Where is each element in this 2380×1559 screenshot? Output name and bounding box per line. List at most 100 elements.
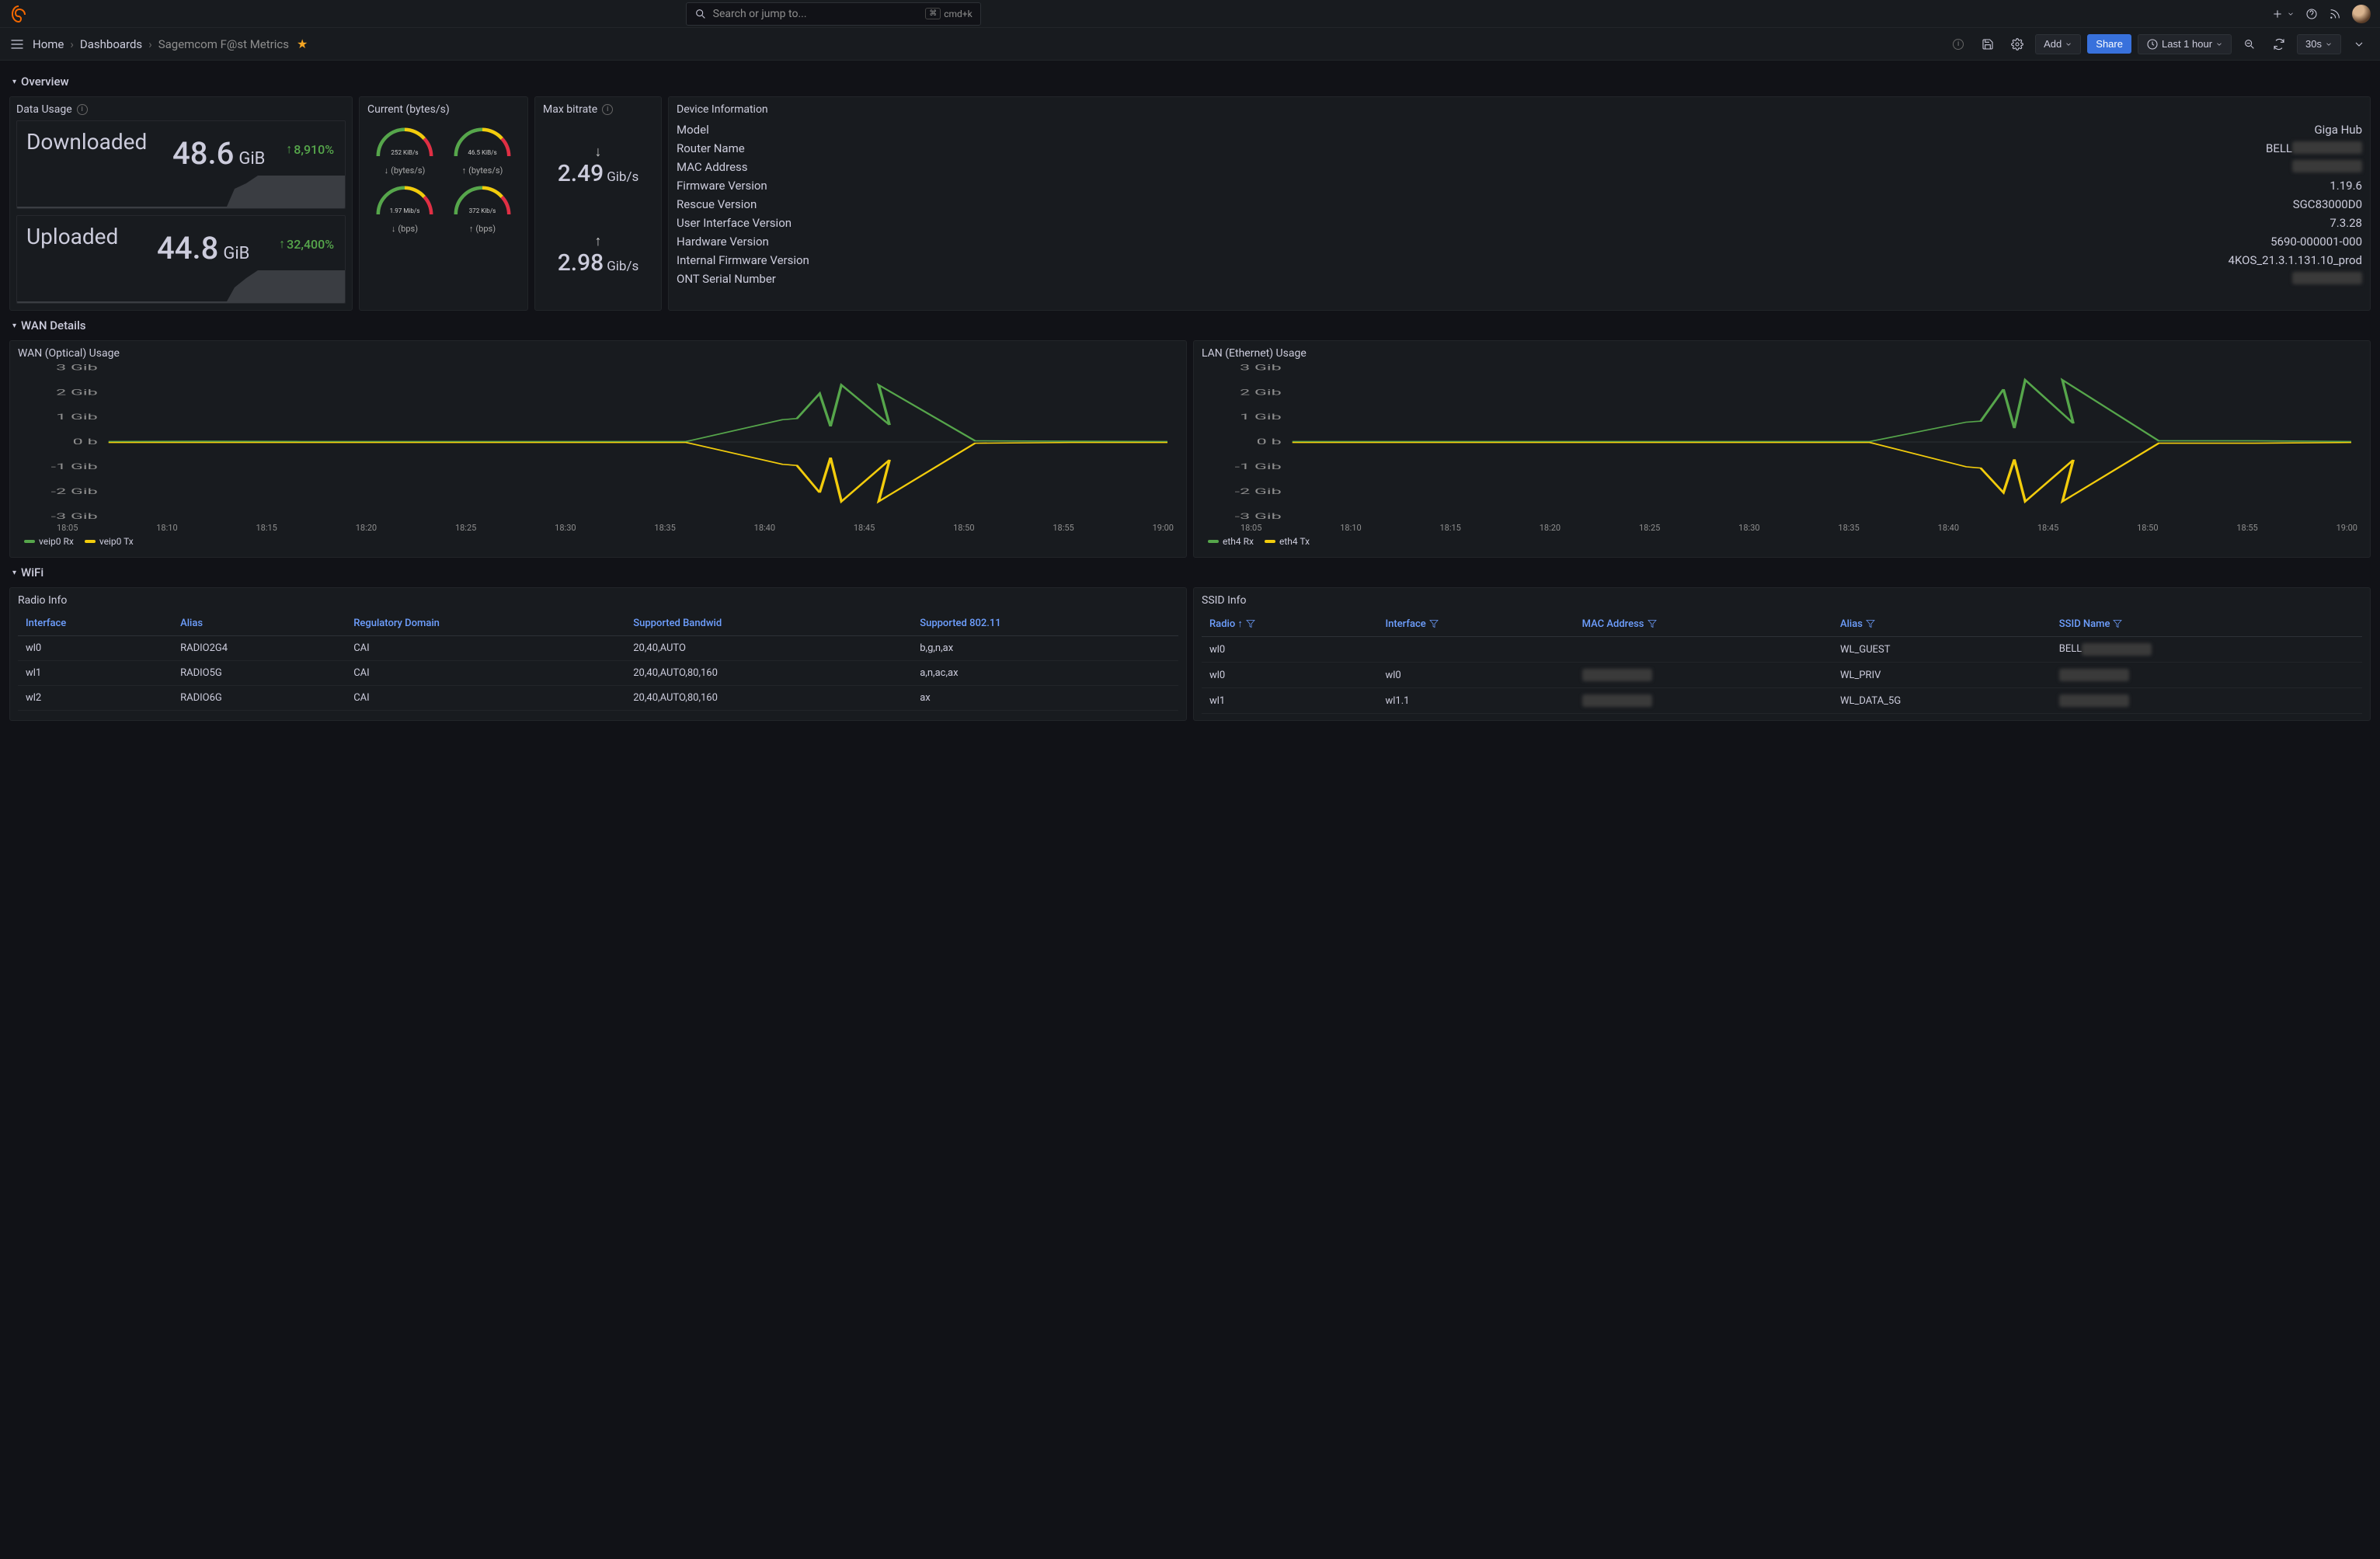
legend-item[interactable]: eth4 Rx [1208, 536, 1254, 547]
svg-text:1 Gib: 1 Gib [1240, 412, 1282, 422]
legend-item[interactable]: eth4 Tx [1265, 536, 1310, 547]
breadcrumb-home[interactable]: Home [33, 37, 64, 51]
filter-icon[interactable] [2113, 619, 2122, 628]
breadcrumb: Home › Dashboards › Sagemcom F@st Metric… [33, 37, 289, 51]
panel-title: Max bitrate [543, 103, 597, 116]
info-icon[interactable]: i [77, 104, 88, 115]
legend-item[interactable]: veip0 Tx [85, 536, 134, 547]
panel-title: SSID Info [1202, 594, 2362, 607]
panel-lan-usage: LAN (Ethernet) Usage 3 Gib2 Gib1 Gib0 b-… [1193, 340, 2371, 558]
search-input[interactable]: Search or jump to... ⌘cmd+k [686, 2, 981, 26]
table-header[interactable]: Radio ↑ [1202, 611, 1377, 637]
svg-text:-1 Gib: -1 Gib [51, 462, 98, 472]
data-usage-downloaded: Downloaded 48.6GiB ↑8,910% [16, 120, 346, 209]
grafana-logo-icon[interactable] [9, 5, 28, 23]
section-wan-label: WAN Details [21, 318, 85, 332]
table-header[interactable]: Supported 802.11 [912, 611, 1178, 636]
table-row[interactable]: wl1RADIO5GCAI20,40,AUTO,80,160a,n,ac,ax [18, 661, 1178, 686]
settings-button[interactable] [2006, 33, 2029, 56]
table-header[interactable]: SSID Name [2051, 611, 2362, 637]
table-header[interactable]: Interface [18, 611, 172, 636]
refresh-button[interactable] [2267, 33, 2291, 56]
refresh-interval-picker[interactable]: 30s [2297, 34, 2341, 54]
news-icon[interactable] [2329, 8, 2341, 20]
section-wan-header[interactable]: ▾WAN Details [9, 311, 2371, 340]
svg-text:1 Gib: 1 Gib [56, 412, 98, 422]
table-row[interactable]: wl0WL_GUESTBELLxxxxxx [1202, 637, 2362, 663]
bitrate-up-unit: Gib/s [607, 259, 638, 274]
chart-svg: 3 Gib2 Gib1 Gib0 b-1 Gib-2 Gib-3 Gib [18, 364, 1178, 520]
table-row[interactable]: wl0wl0xxxxxxWL_PRIVxxxxxx [1202, 663, 2362, 688]
filter-icon[interactable] [1648, 619, 1657, 628]
svg-text:-3 Gib: -3 Gib [51, 512, 98, 520]
filter-icon[interactable] [1429, 619, 1439, 628]
table-header[interactable]: MAC Address [1574, 611, 1832, 637]
device-info-row: ModelGiga Hub [677, 120, 2362, 139]
kiosk-button[interactable] [2347, 33, 2371, 56]
table-header[interactable]: Alias [1832, 611, 2051, 637]
help-icon[interactable] [2305, 8, 2318, 20]
device-info-row: Rescue VersionSGC83000D0 [677, 195, 2362, 214]
svg-text:3 Gib: 3 Gib [1240, 364, 1282, 372]
gauge-up: 46.5 KiB/s ↑(bytes/s) [445, 120, 520, 176]
add-button[interactable]: Add [2035, 34, 2081, 54]
uploaded-value: 44.8 [157, 230, 218, 266]
svg-text:-1 Gib: -1 Gib [1235, 462, 1282, 472]
save-button[interactable] [1976, 33, 1999, 56]
downloaded-value: 48.6 [172, 135, 234, 172]
downloaded-sparkline [17, 169, 346, 208]
zoom-out-button[interactable] [2238, 33, 2261, 56]
plus-icon[interactable] [2271, 8, 2284, 20]
arrow-up-icon: ↑ [558, 233, 639, 249]
star-icon[interactable]: ★ [297, 37, 308, 51]
x-tick: 18:25 [455, 523, 476, 533]
section-overview-header[interactable]: ▾Overview [9, 67, 2371, 96]
x-tick: 18:30 [1738, 523, 1759, 533]
gauge-up: 372 Kib/s ↑(bps) [445, 179, 520, 234]
chevron-down-icon [2065, 38, 2072, 50]
time-range-picker[interactable]: Last 1 hour [2138, 34, 2232, 54]
x-tick: 19:00 [1153, 523, 1174, 533]
svg-text:3 Gib: 3 Gib [56, 364, 98, 372]
panel-title: Radio Info [18, 594, 1178, 607]
table-header[interactable]: Regulatory Domain [346, 611, 625, 636]
section-overview-label: Overview [21, 75, 69, 89]
table-row[interactable]: wl0RADIO2G4CAI20,40,AUTOb,g,n,ax [18, 636, 1178, 661]
chevron-down-icon[interactable] [2287, 8, 2295, 20]
svg-text:372 Kib/s: 372 Kib/s [469, 207, 496, 214]
svg-text:252 KiB/s: 252 KiB/s [391, 148, 418, 156]
share-button[interactable]: Share [2087, 34, 2131, 54]
section-wifi-header[interactable]: ▾WiFi [9, 558, 2371, 587]
x-tick: 18:55 [2236, 523, 2257, 533]
panel-info-button[interactable]: i [1947, 33, 1970, 56]
device-info-row: Internal Firmware Version4KOS_21.3.1.131… [677, 251, 2362, 270]
user-avatar[interactable] [2352, 5, 2371, 23]
table-row[interactable]: wl1wl1.1xxxxxxWL_DATA_5Gxxxxxx [1202, 688, 2362, 714]
x-tick: 19:00 [2337, 523, 2357, 533]
x-tick: 18:45 [2037, 523, 2058, 533]
info-icon[interactable]: i [602, 104, 613, 115]
x-tick: 18:40 [754, 523, 775, 533]
table-header[interactable]: Supported Bandwid [625, 611, 912, 636]
top-bar: Search or jump to... ⌘cmd+k [0, 0, 2380, 28]
x-tick: 18:10 [1340, 523, 1361, 533]
filter-icon[interactable] [1246, 619, 1255, 628]
panel-title: Data Usage [16, 103, 72, 116]
x-tick: 18:45 [854, 523, 875, 533]
refresh-icon [2273, 38, 2285, 50]
filter-icon[interactable] [1866, 619, 1875, 628]
table-row[interactable]: wl2RADIO6GCAI20,40,AUTO,80,160ax [18, 686, 1178, 711]
menu-icon[interactable] [9, 37, 25, 52]
downloaded-unit: GiB [238, 149, 265, 169]
max-bitrate-down: ↓ 2.49Gib/s [558, 144, 639, 187]
breadcrumb-dashboards[interactable]: Dashboards [80, 37, 142, 51]
table-header[interactable]: Interface [1377, 611, 1574, 637]
svg-text:0 b: 0 b [73, 437, 98, 447]
dashboard-toolbar: Home › Dashboards › Sagemcom F@st Metric… [0, 28, 2380, 61]
legend-item[interactable]: veip0 Rx [24, 536, 74, 547]
table-header[interactable]: Alias [172, 611, 346, 636]
bitrate-down-value: 2.49 [558, 160, 604, 187]
bitrate-down-unit: Gib/s [607, 169, 638, 185]
arrow-up-icon: ↑ [279, 236, 285, 252]
data-usage-uploaded: Uploaded 44.8GiB ↑32,400% [16, 215, 346, 304]
